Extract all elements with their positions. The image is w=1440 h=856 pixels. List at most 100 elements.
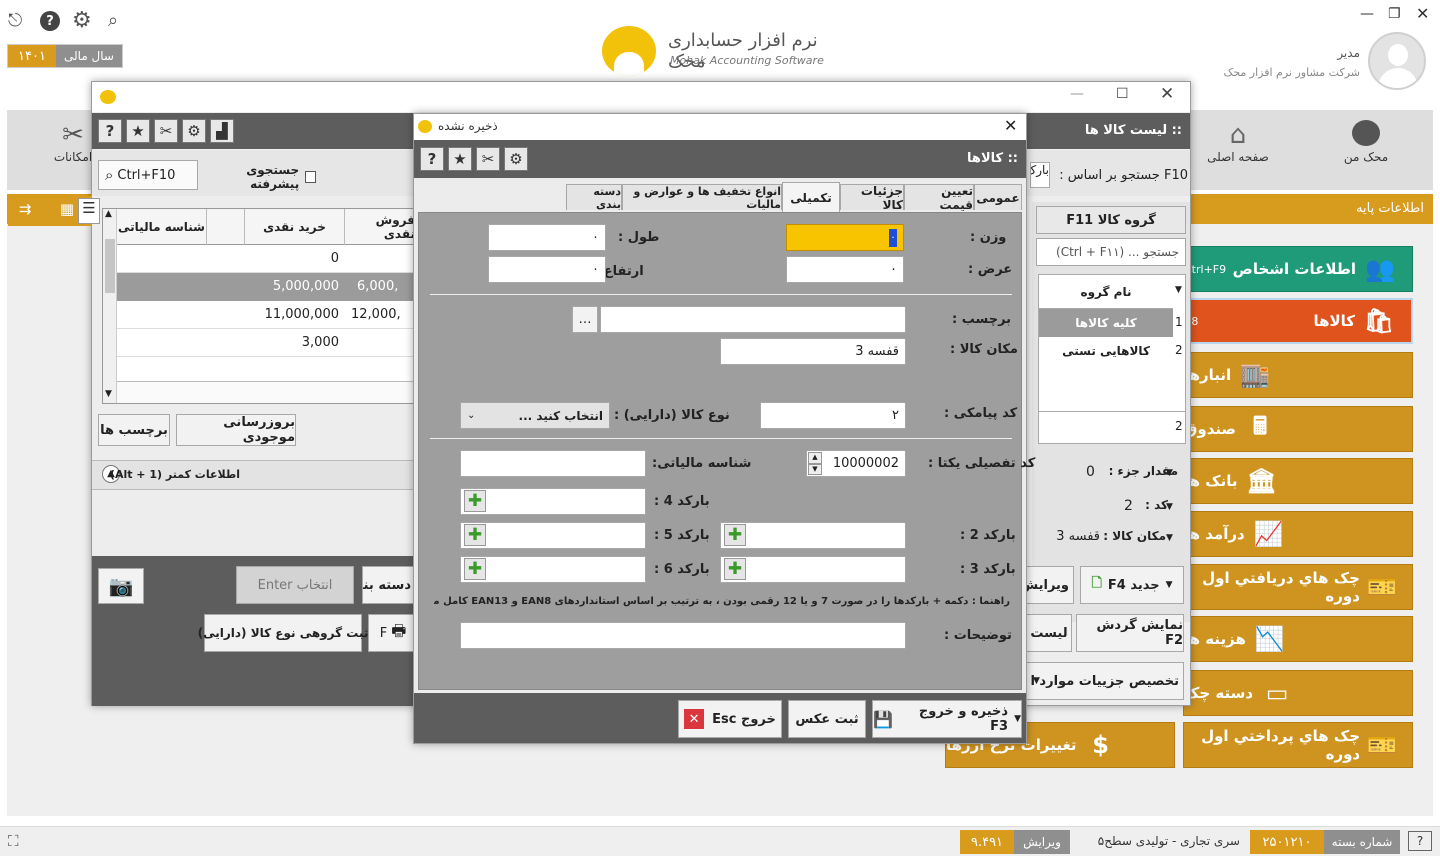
avatar[interactable] <box>1368 32 1426 90</box>
sidebar-item-warehouses[interactable]: 🏬 انبارها <box>1183 352 1413 398</box>
tab-details[interactable]: جزئیات کالا <box>840 184 904 212</box>
group-row[interactable]: کالاهایی تستی <box>1039 337 1173 365</box>
close-icon[interactable]: ✕ <box>1416 4 1429 23</box>
help-status-icon[interactable]: ? <box>1408 831 1432 851</box>
location-input[interactable]: قفسه 3 <box>720 338 906 365</box>
table-view-icon[interactable]: ☰ <box>78 198 100 224</box>
label-input[interactable] <box>600 306 906 333</box>
barcode6-input[interactable] <box>460 556 646 583</box>
logout-icon[interactable]: ⎋ <box>8 10 22 31</box>
tab-discounts[interactable]: انواع تخفیف ها و عوارض و مالیات <box>622 184 782 211</box>
tools-icon[interactable]: ✂ <box>154 119 178 143</box>
tab-general[interactable]: عمومی <box>974 184 1022 210</box>
length-input[interactable]: ۰ <box>488 224 606 251</box>
barcode4-add-icon[interactable]: ✚ <box>464 490 486 512</box>
barcode3-input[interactable] <box>720 556 906 583</box>
barcode3-add-icon[interactable]: ✚ <box>724 558 746 580</box>
assign-details-button[interactable]: ▼ تخصیص جزییات موارد ا <box>1026 662 1184 700</box>
help-icon[interactable]: ? <box>98 119 122 143</box>
search-button[interactable]: ⌕ Ctrl+F10 <box>98 160 198 190</box>
barcode5-add-icon[interactable]: ✚ <box>464 524 486 546</box>
unique-code-stepper[interactable]: ▲ ▼ <box>808 452 822 475</box>
barcode2-add-icon[interactable]: ✚ <box>724 524 746 546</box>
table-row-selected[interactable]: 5,000,000 6,000, <box>117 273 413 301</box>
search-icon[interactable]: ⌕ <box>108 10 118 31</box>
detail-code-chevron[interactable]: ▼ <box>1166 502 1173 512</box>
show-turnover-button[interactable]: نمایش گردش F2 <box>1076 614 1184 652</box>
group-title-button[interactable]: گروه کالا F11 <box>1036 206 1186 234</box>
close-icon[interactable]: ✕ <box>1004 116 1017 135</box>
help-icon[interactable]: ? <box>40 11 60 31</box>
asset-type-select[interactable]: انتخاب کنید ... ⌄ <box>460 402 610 429</box>
group-col-header[interactable]: نام گروه <box>1039 275 1173 309</box>
barcode5-input[interactable] <box>460 522 646 549</box>
update-stock-button[interactable]: بروزرسانی موجودی <box>176 414 296 446</box>
labels-button[interactable]: برچسب ها <box>98 414 170 446</box>
group-register-button[interactable]: ثبت گروهی نوع کالا (دارایی) <box>198 614 368 652</box>
edit-button[interactable]: ویرایش <box>1026 566 1074 604</box>
star-icon[interactable]: ★ <box>126 119 150 143</box>
col-cash-purchase[interactable]: خرید نقدی <box>245 209 345 245</box>
group-row-selected[interactable]: کلیه کالاها <box>1039 309 1173 337</box>
table-row[interactable]: 11,000,000 12,000, <box>117 301 413 329</box>
advanced-search-checkbox[interactable]: جستجوی پیشرفته <box>206 163 316 191</box>
grid-view-icon[interactable]: ▦ <box>56 200 78 222</box>
restore-icon[interactable]: ❐ <box>1388 6 1401 22</box>
help-icon[interactable]: ? <box>420 147 444 171</box>
star-icon[interactable]: ★ <box>448 147 472 171</box>
nav-home[interactable]: ⌂ صفحه اصلی <box>1196 120 1280 180</box>
tax-id-input[interactable] <box>460 450 646 477</box>
group-search-input[interactable]: جستجو ... (Ctrl + F۱۱) <box>1036 238 1186 266</box>
settings-icon[interactable]: ⚙ <box>72 8 92 33</box>
stepper-down-icon[interactable]: ▼ <box>808 463 822 475</box>
print-button[interactable]: 🖶 F <box>368 614 418 652</box>
photo-button[interactable]: ثبت عکس <box>788 700 866 738</box>
notes-input[interactable] <box>460 622 906 649</box>
height-input[interactable]: ۰ <box>488 256 606 283</box>
exit-button[interactable]: خروج Esc ✕ <box>678 700 782 738</box>
screen-icon[interactable]: ⛶ <box>8 832 19 850</box>
table-scrollbar[interactable]: ▲ ▼ <box>103 209 117 403</box>
sidebar-item-goods[interactable]: 🛍 کالاها F8 <box>1183 298 1413 344</box>
table-row[interactable]: 3,000 4, <box>117 329 413 357</box>
sidebar-item-expenses[interactable]: 📉 هزينه ها <box>1183 616 1413 662</box>
scroll-up-icon[interactable]: ▲ <box>105 209 112 219</box>
sms-code-input[interactable]: ۲ <box>760 402 906 429</box>
sidebar-item-cashbox[interactable]: 🖩 صندوق <box>1183 406 1413 452</box>
scroll-thumb[interactable] <box>105 239 115 293</box>
group-sort-icon[interactable]: ▼ <box>1175 285 1182 295</box>
sidebar-item-banks[interactable]: 🏛 بانک ها <box>1183 458 1413 504</box>
stepper-up-icon[interactable]: ▲ <box>808 452 822 464</box>
chart-icon[interactable]: ▟ <box>210 119 234 143</box>
barcode6-add-icon[interactable]: ✚ <box>464 558 486 580</box>
sidebar-item-incomes[interactable]: 📈 درآمد ها <box>1183 511 1413 557</box>
label-browse-button[interactable]: … <box>572 306 598 333</box>
tab-supplementary[interactable]: تکمیلی <box>782 182 840 212</box>
gear-icon[interactable]: ⚙ <box>504 147 528 171</box>
fiscal-year[interactable]: ۱۴۰۱ سال مالی <box>7 44 123 68</box>
tools-icon[interactable]: ✂ <box>476 147 500 171</box>
select-enter-button[interactable]: انتخاب Enter <box>236 566 354 604</box>
categorize-button[interactable]: دسته بندی <box>362 566 418 604</box>
barcode2-input[interactable] <box>720 522 906 549</box>
scroll-down-icon[interactable]: ▼ <box>105 389 112 399</box>
barcode4-input[interactable] <box>460 488 646 515</box>
tab-categorization[interactable]: دسته بندی <box>566 184 622 211</box>
weight-input[interactable]: ۰ <box>786 224 904 251</box>
gear-icon[interactable]: ⚙ <box>182 119 206 143</box>
less-info-label[interactable]: اطلاعات کمتر (Alt + 1) <box>110 468 240 481</box>
camera-button[interactable]: 📷 <box>98 568 144 604</box>
new-button[interactable]: ▼ جدید F4 🗋 <box>1080 566 1184 604</box>
sidebar-item-chequebook[interactable]: ▭ دسته چک <box>1183 670 1413 716</box>
col-tax-id[interactable]: شناسه مالیاتی <box>117 209 207 245</box>
nav-my-mohak[interactable]: محک من <box>1326 120 1406 180</box>
sidebar-item-paid-cheques[interactable]: 🎫 چک هاي پرداختي اول دوره <box>1183 722 1413 768</box>
col-cash-sale[interactable]: فروش نقدی <box>345 209 413 245</box>
search-by-select[interactable]: بارک <box>1030 162 1050 188</box>
tab-pricing[interactable]: تعیین قیمت <box>904 184 974 212</box>
detail-qty-chevron[interactable]: ▼ <box>1166 468 1173 478</box>
maximize-icon[interactable]: ☐ <box>1116 86 1129 102</box>
table-row[interactable]: 0 <box>117 245 413 273</box>
list-view-icon[interactable]: ⇉ <box>12 200 38 222</box>
close-icon[interactable]: ✕ <box>1160 84 1174 104</box>
